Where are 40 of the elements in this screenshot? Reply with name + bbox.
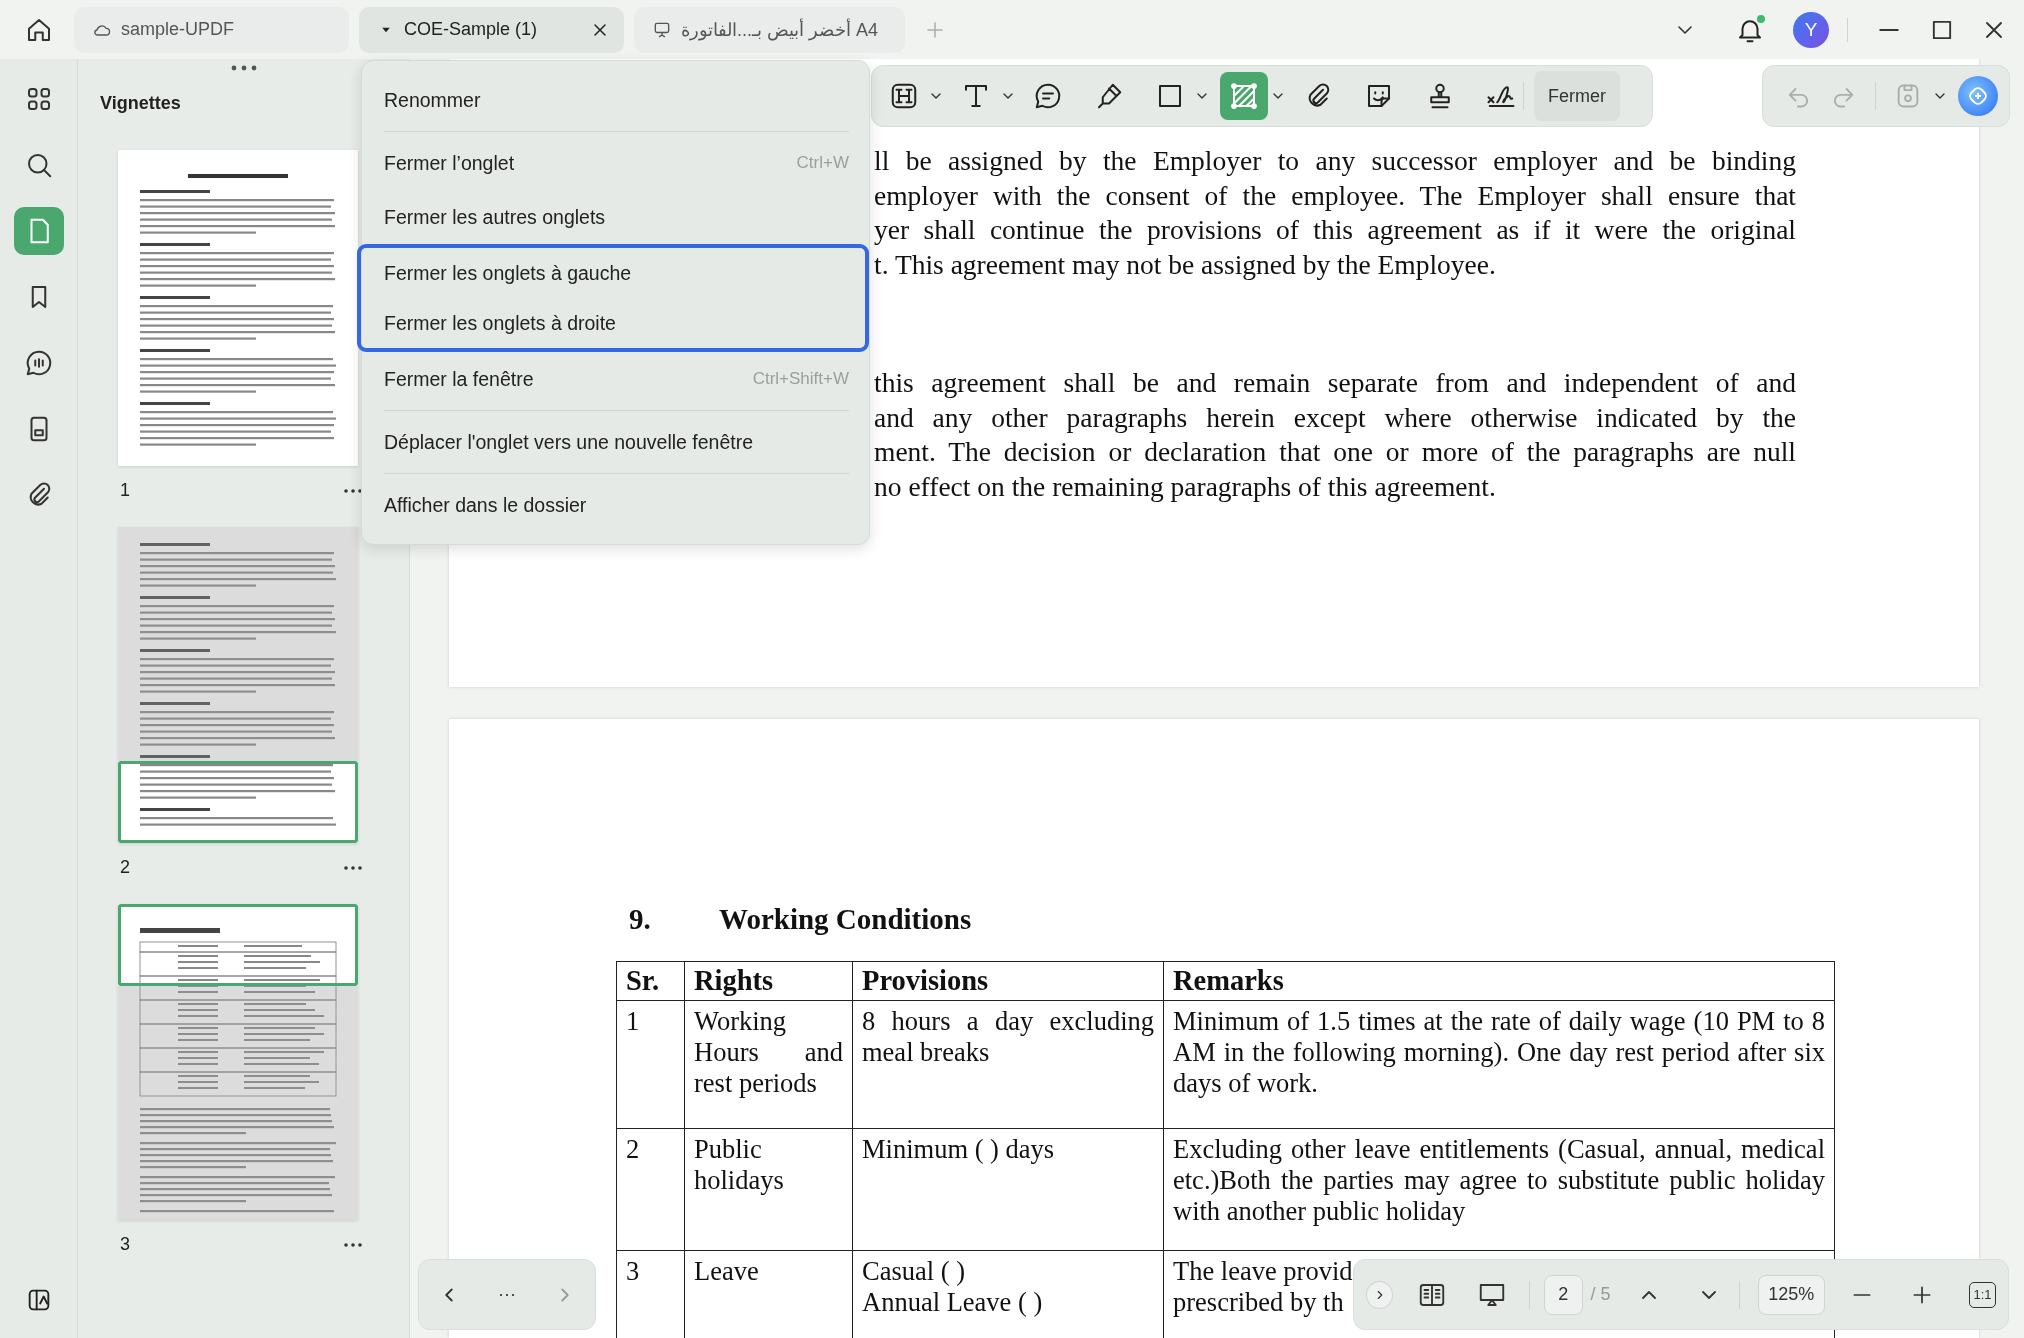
column-header: Sr. [616, 961, 685, 1001]
shortcut-text: Ctrl+W [796, 153, 849, 173]
actual-size-button[interactable]: 1:1 [1969, 1281, 1996, 1308]
close-button[interactable]: Fermer [1534, 71, 1620, 121]
table-cell: 1 [616, 1000, 685, 1129]
menu-item[interactable]: Renommer [362, 73, 869, 127]
column-header: Rights [684, 961, 853, 1001]
table-cell: Minimum ( ) days [852, 1128, 1164, 1251]
section-title: Working Conditions [719, 902, 972, 936]
table-cell: Public holidays [684, 1128, 853, 1251]
tab[interactable]: COE-Sample (1) [359, 6, 624, 53]
table-cell: Minimum of 1.5 times at the rate of daily wage (10 PM to 8 AM in the following morning). One day rest period after six days of work. [1163, 1000, 1835, 1129]
column-header: Remarks [1163, 961, 1835, 1001]
table-cell: 2 [616, 1128, 685, 1251]
user-avatar[interactable]: Y [1793, 11, 1829, 48]
section-number: 9. [628, 902, 652, 936]
column-header: Provisions [852, 961, 1164, 1001]
menu-item[interactable]: Afficher dans le dossier [362, 478, 869, 532]
zoom-level[interactable]: 125% [1757, 1274, 1825, 1315]
menu-item[interactable]: Fermer les onglets à gauche [361, 248, 865, 298]
table-cell: 8 hours a day excluding meal breaks [852, 1000, 1164, 1129]
paragraph: ll be assigned by the Employer to any successor employer and be binding employer with the consent of the employee. The Employer shall ensure that yer shall continue the provisions of this agreement as if it were the original t. This agreement may not be assigned by the Employee. [874, 144, 1796, 282]
page-number: 3 [120, 1234, 130, 1255]
shortcut-text: Ctrl+Shift+W [752, 369, 849, 389]
tab[interactable]: sample-UPDF [74, 6, 349, 53]
menu-item[interactable]: Fermer les onglets à droite [361, 298, 865, 348]
paragraph: this agreement shall be and remain separate from and independent of and and any other paragraphs herein except where otherwise indicated by the ment. The decision or declaration that one or more of the paragraphs are null no effect on the remaining paragraphs of this agreement. [874, 366, 1796, 504]
page-number: 1 [120, 480, 130, 501]
table-cell: Working Hours and rest periods [684, 1000, 853, 1129]
table-cell: 3 [616, 1250, 685, 1338]
page-input[interactable]: 2 [1544, 1274, 1583, 1315]
page-total: / 5 [1590, 1284, 1611, 1305]
page-number: 2 [120, 857, 130, 878]
table-cell: Excluding other leave entitlements (Casual, annual, medical etc.)Both the parties may agree to substitute public holiday with another public holiday [1163, 1128, 1835, 1251]
more-button[interactable]: ··· [498, 1284, 516, 1305]
menu-item[interactable]: Déplacer l'onglet vers une nouvelle fenêtre [362, 415, 869, 469]
tab[interactable]: A4 أخضر أبيض بـ...الفاتورة [634, 6, 905, 53]
menu-item[interactable]: Fermer l’onglet Ctrl+W [362, 136, 869, 190]
menu-item[interactable]: Fermer les autres onglets [362, 190, 869, 244]
menu-item[interactable]: Fermer la fenêtre Ctrl+Shift+W [362, 352, 869, 406]
